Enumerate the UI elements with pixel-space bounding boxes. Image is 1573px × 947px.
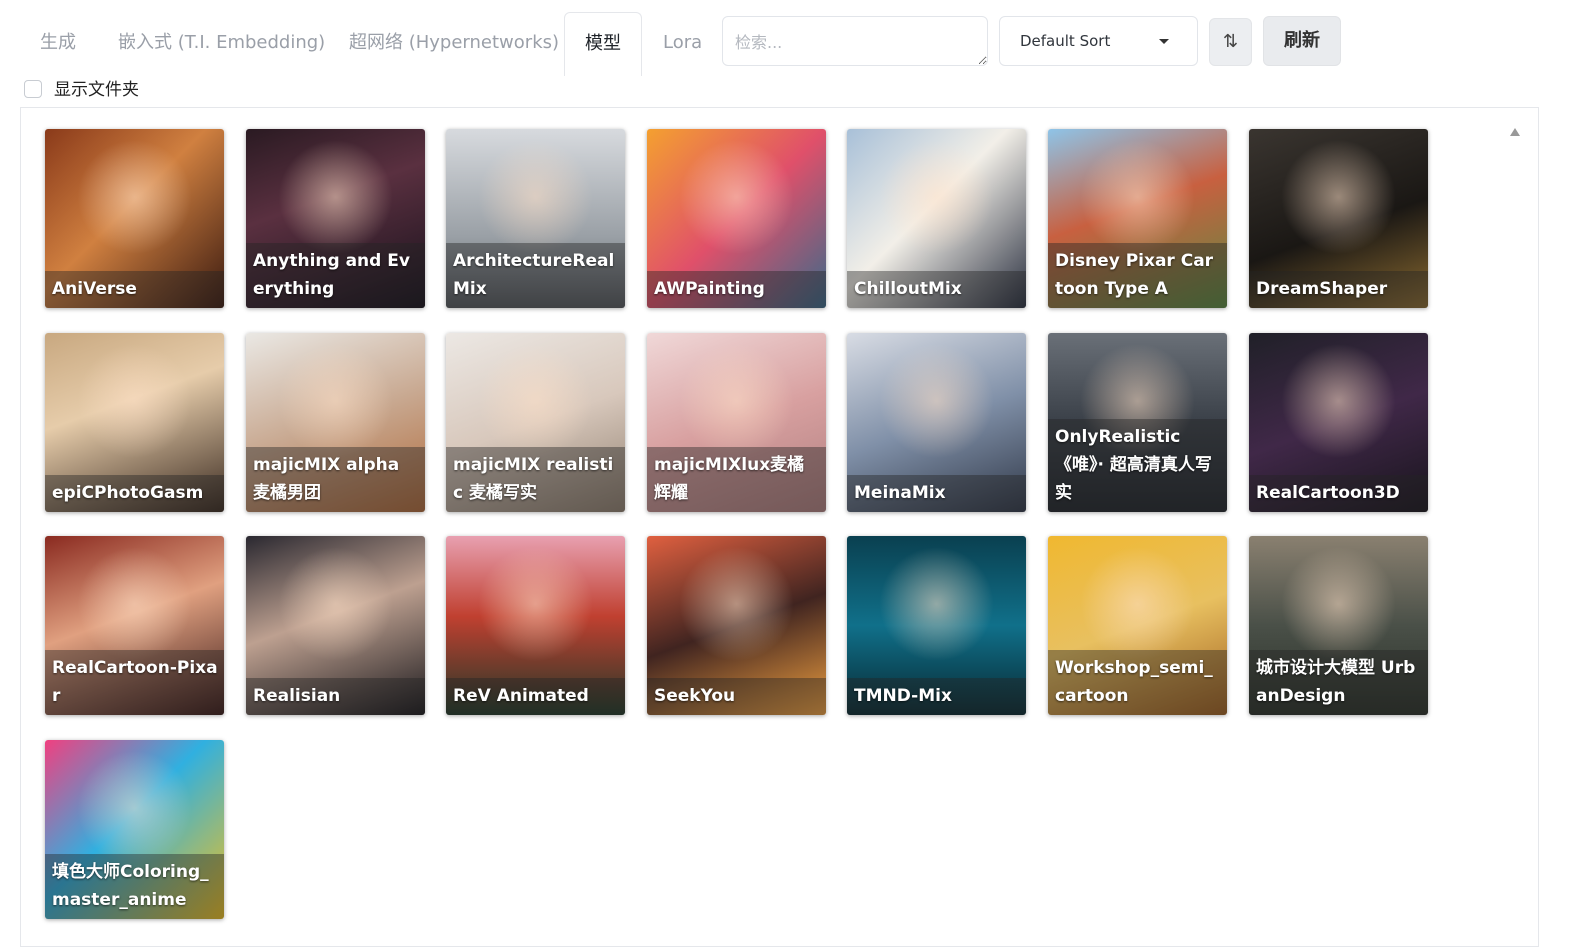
model-card[interactable]: TMND-Mix [847,536,1026,715]
model-card-label: epiCPhotoGasm [45,475,224,512]
model-card-label: MeinaMix [847,475,1026,512]
sort-select[interactable]: Default Sort [999,16,1198,66]
model-card[interactable]: Realisian [246,536,425,715]
model-card[interactable]: majicMIX alpha 麦橘男团 [246,333,425,512]
model-card-label: AWPainting [647,271,826,308]
search-input[interactable] [722,16,988,66]
refresh-button[interactable]: 刷新 [1263,16,1341,66]
model-card[interactable]: MeinaMix [847,333,1026,512]
model-card-label: majicMIX realistic 麦橘写实 [446,447,625,512]
model-card[interactable]: epiCPhotoGasm [45,333,224,512]
model-card-label: Realisian [246,678,425,715]
model-card[interactable]: majicMIX realistic 麦橘写实 [446,333,625,512]
model-card[interactable]: AWPainting [647,129,826,308]
tab-models[interactable]: 模型 [564,12,642,76]
model-card-label: AniVerse [45,271,224,308]
model-card-label: majicMIX alpha 麦橘男团 [246,447,425,512]
tab-embedding[interactable]: 嵌入式 (T.I. Embedding) [118,12,325,74]
model-card[interactable]: Disney Pixar Cartoon Type A [1048,129,1227,308]
model-card[interactable]: ReV Animated [446,536,625,715]
tab-lora[interactable]: Lora [663,12,702,74]
model-card-label: TMND-Mix [847,678,1026,715]
model-card-label: ReV Animated [446,678,625,715]
model-card-label: 城市设计大模型 UrbanDesign [1249,650,1428,715]
model-card[interactable]: RealCartoon3D [1249,333,1428,512]
model-card[interactable]: SeekYou [647,536,826,715]
model-card-label: ChilloutMix [847,271,1026,308]
model-card[interactable]: RealCartoon-Pixar [45,536,224,715]
model-card-label: SeekYou [647,678,826,715]
sort-selected-value: Default Sort [1020,32,1111,50]
model-card-label: RealCartoon-Pixar [45,650,224,715]
tab-hypernetworks[interactable]: 超网络 (Hypernetworks) [349,12,559,74]
model-card-label: OnlyRealistic 《唯》· 超高清真人写实 [1048,419,1227,512]
model-card[interactable]: DreamShaper [1249,129,1428,308]
model-card-label: RealCartoon3D [1249,475,1428,512]
sort-direction-icon: ⇅ [1222,31,1239,52]
model-card[interactable]: 城市设计大模型 UrbanDesign [1249,536,1428,715]
model-card-label: ArchitectureRealMix [446,243,625,308]
chevron-down-icon [1159,39,1169,44]
model-card[interactable]: majicMIXlux麦橘辉耀 [647,333,826,512]
model-card-label: Anything and Everything [246,243,425,308]
model-card[interactable]: ChilloutMix [847,129,1026,308]
model-card[interactable]: 填色大师Coloring_master_anime [45,740,224,919]
show-folders-checkbox[interactable] [24,80,42,98]
model-card[interactable]: Anything and Everything [246,129,425,308]
scroll-up-arrow-icon[interactable] [1510,128,1520,136]
model-card-label: Disney Pixar Cartoon Type A [1048,243,1227,308]
model-card-label: DreamShaper [1249,271,1428,308]
model-card[interactable]: AniVerse [45,129,224,308]
model-card[interactable]: OnlyRealistic 《唯》· 超高清真人写实 [1048,333,1227,512]
model-card-label: Workshop_semi_cartoon [1048,650,1227,715]
model-card[interactable]: Workshop_semi_cartoon [1048,536,1227,715]
show-folders-label: 显示文件夹 [54,80,139,100]
tab-bar: 生成 嵌入式 (T.I. Embedding) 超网络 (Hypernetwor… [0,0,1573,76]
model-card-label: 填色大师Coloring_master_anime [45,854,224,919]
model-card-label: majicMIXlux麦橘辉耀 [647,447,826,512]
model-card[interactable]: ArchitectureRealMix [446,129,625,308]
tab-generate[interactable]: 生成 [40,12,76,74]
sort-direction-button[interactable]: ⇅ [1209,18,1252,66]
